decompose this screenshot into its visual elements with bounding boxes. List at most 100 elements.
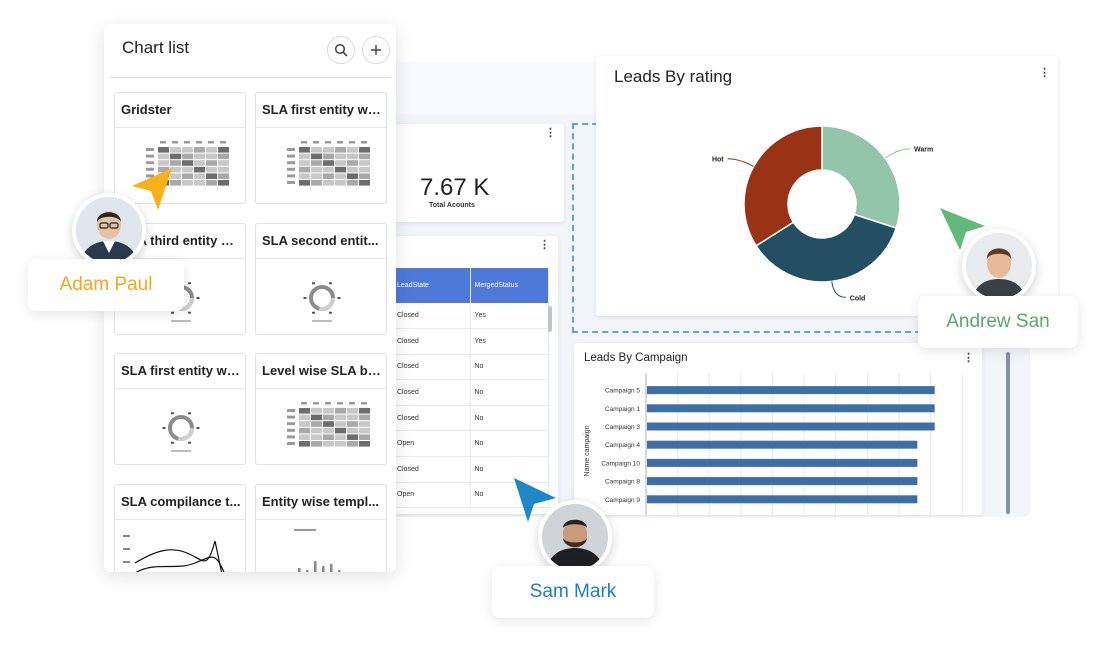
grid-row-label [287, 409, 295, 412]
grid-cell [359, 441, 370, 447]
table-row[interactable]: Closed No [393, 379, 549, 406]
grid-cell [158, 153, 169, 160]
table-cell: No [470, 482, 549, 509]
avatar[interactable] [72, 193, 146, 267]
leads-by-campaign-bars: Name campaign Campaign 5 Campaign 1 Campaig… [584, 373, 963, 515]
grid-cell [299, 427, 310, 434]
leads-by-campaign-card[interactable]: Leads By Campaign ⋮ Name campaign Campaig… [574, 343, 982, 515]
grid-cell [335, 166, 346, 173]
table-row[interactable]: Closed Yes [393, 328, 549, 355]
user-name: Adam Paul [59, 274, 153, 295]
grid-col-label [172, 141, 178, 144]
chart-tile-title: SLA second entit... [262, 233, 379, 248]
dashboard-scrollbar[interactable] [1006, 352, 1010, 514]
grid-cell [218, 180, 229, 186]
grid-cell [218, 166, 229, 173]
grid-cell [194, 147, 205, 153]
grid-cell [182, 180, 193, 186]
total-accounts-card[interactable]: ⋮ 7.67 K Total Acounts [380, 124, 564, 222]
grid-cell [182, 160, 193, 166]
table-cell: Closed [393, 405, 471, 432]
avatar[interactable] [538, 500, 612, 574]
table-row[interactable]: Closed No [393, 405, 549, 432]
donut-label: Warm [914, 147, 933, 154]
grid-cell [335, 434, 346, 440]
chart-tile[interactable]: SLA first entity wi... [114, 353, 246, 465]
ring-caption [171, 320, 191, 322]
table-row[interactable]: Open No [393, 430, 549, 458]
grid-cell [359, 414, 370, 421]
grid-cell [335, 147, 346, 153]
tile-divider [256, 388, 386, 389]
grid-cell [323, 427, 334, 434]
category-label: Campaign 3 [605, 424, 640, 431]
donut-slice [743, 125, 823, 247]
grid-cell [359, 434, 370, 440]
chart-tile[interactable]: Entity wise templ... [255, 484, 387, 572]
grid-cell [218, 147, 229, 153]
grid-cell [347, 166, 358, 173]
add-chart-button[interactable] [362, 36, 390, 64]
chart-tile[interactable]: SLA first entity wi... [255, 92, 387, 204]
grid-cell [323, 434, 334, 440]
grid-col-label [160, 141, 166, 144]
column-header-leadstate[interactable]: LeadState [393, 268, 471, 303]
chart-tile-title: Gridster [121, 102, 172, 117]
grid-col-label [220, 141, 226, 144]
chart-tile[interactable]: Level wise SLA br... [255, 353, 387, 465]
grid-cell [311, 160, 322, 166]
donut-slice [821, 125, 901, 230]
grid-cell [323, 408, 334, 414]
chart-tile[interactable]: Gridster [114, 92, 246, 204]
chart-thumbnail [303, 282, 341, 322]
grid-cell [347, 160, 358, 166]
grid-cell [335, 173, 346, 179]
table-row[interactable]: Closed No [393, 456, 549, 483]
grid-cell [182, 147, 193, 153]
grid-cell [299, 408, 310, 414]
grid-cell [299, 434, 310, 440]
grid-cell [158, 160, 169, 166]
table-cell: Open [393, 430, 471, 458]
grid-row-label [287, 174, 295, 178]
chart-thumbnail [287, 141, 370, 186]
column-header-mergedstatus[interactable]: MergedStatus [470, 268, 549, 303]
grid-cell [170, 166, 181, 173]
total-accounts-label: Total Acounts [429, 202, 475, 209]
user-name-tag: Sam Mark [492, 566, 654, 618]
search-button[interactable] [327, 36, 355, 64]
chart-tile[interactable]: SLA second entit... [255, 223, 387, 335]
table-row[interactable]: Closed Yes [393, 303, 549, 330]
grid-cell [170, 173, 181, 179]
table-cell: No [470, 405, 549, 432]
user-name-tag: Adam Paul [28, 259, 184, 311]
table-row[interactable]: Open No [393, 482, 549, 509]
donut-leader-line [831, 281, 846, 298]
more-options-icon[interactable]: ⋮ [539, 240, 550, 251]
mini-bar [338, 570, 341, 572]
grid-row-label [287, 428, 295, 432]
ring-label [171, 441, 174, 444]
grid-cell [299, 160, 310, 166]
grid-cell [170, 147, 181, 153]
lead-table-card[interactable]: ⋮ LeadState MergedStatus Closed Yes Close… [393, 236, 558, 514]
grid-cell [311, 147, 322, 153]
chart-tile-title: SLA first entity wi... [121, 363, 241, 378]
table-row[interactable]: Closed No [393, 354, 549, 381]
grid-cell [158, 147, 169, 153]
grid-cell [323, 166, 334, 173]
more-options-icon[interactable]: ⋮ [545, 128, 556, 139]
grid-row-label [146, 148, 154, 151]
mini-bar [330, 564, 333, 572]
grid-cell [323, 414, 334, 421]
table-scrollbar[interactable] [548, 306, 552, 332]
ring-label [312, 311, 315, 314]
chart-tile[interactable]: SLA compilance t... [114, 484, 246, 572]
avatar[interactable] [962, 229, 1036, 303]
table-cell: No [470, 456, 549, 483]
grid-cell [218, 153, 229, 160]
ring-label [312, 282, 315, 285]
grid-row-label [287, 181, 295, 184]
panel-divider [110, 77, 390, 78]
grid-cell [206, 166, 217, 173]
